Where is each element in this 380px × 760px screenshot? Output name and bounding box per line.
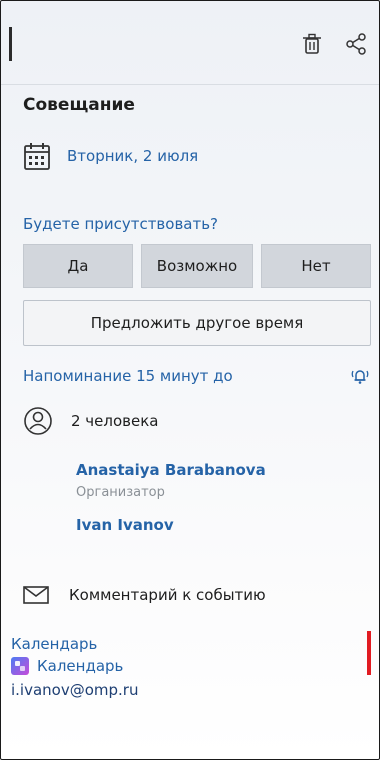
- person-icon: [23, 406, 53, 436]
- trash-icon[interactable]: [299, 31, 325, 57]
- participants-row[interactable]: 2 человека: [23, 406, 159, 436]
- reminder-setting[interactable]: Напоминание 15 минут до: [23, 367, 233, 385]
- event-comment-row[interactable]: Комментарий к событию: [23, 585, 266, 605]
- event-title: Совещание: [23, 95, 135, 115]
- event-comment-label: Комментарий к событию: [69, 586, 266, 604]
- top-toolbar: [1, 1, 379, 85]
- attendance-question: Будете присутствовать?: [23, 215, 219, 233]
- text-cursor: [9, 27, 12, 61]
- rsvp-yes-button[interactable]: Да: [23, 244, 133, 288]
- propose-new-time-button[interactable]: Предложить другое время: [23, 300, 371, 346]
- envelope-icon: [23, 585, 49, 605]
- calendar-selector[interactable]: Календарь: [11, 657, 123, 675]
- calendar-name: Календарь: [37, 657, 124, 675]
- calendar-color-indicator: [367, 631, 371, 675]
- rsvp-maybe-button[interactable]: Возможно: [141, 244, 253, 288]
- participant-name[interactable]: Anastaiya Barabanova: [76, 461, 266, 479]
- participant-role: Организатор: [76, 485, 165, 500]
- calendar-account-email: i.ivanov@omp.ru: [11, 681, 139, 699]
- calendar-icon: [23, 141, 51, 171]
- calendar-app-icon: [11, 657, 29, 675]
- participant-name[interactable]: Ivan Ivanov: [76, 516, 174, 534]
- participants-count: 2 человека: [71, 412, 159, 430]
- event-date-row[interactable]: Вторник, 2 июля: [23, 141, 198, 171]
- share-icon[interactable]: [343, 31, 369, 57]
- event-date: Вторник, 2 июля: [67, 147, 199, 165]
- rsvp-no-button[interactable]: Нет: [261, 244, 371, 288]
- event-details-screen: Совещание Вторник, 2 июля Будете присутс…: [0, 0, 380, 760]
- calendar-section-label: Календарь: [11, 635, 98, 653]
- bell-ringing-icon[interactable]: [349, 365, 371, 387]
